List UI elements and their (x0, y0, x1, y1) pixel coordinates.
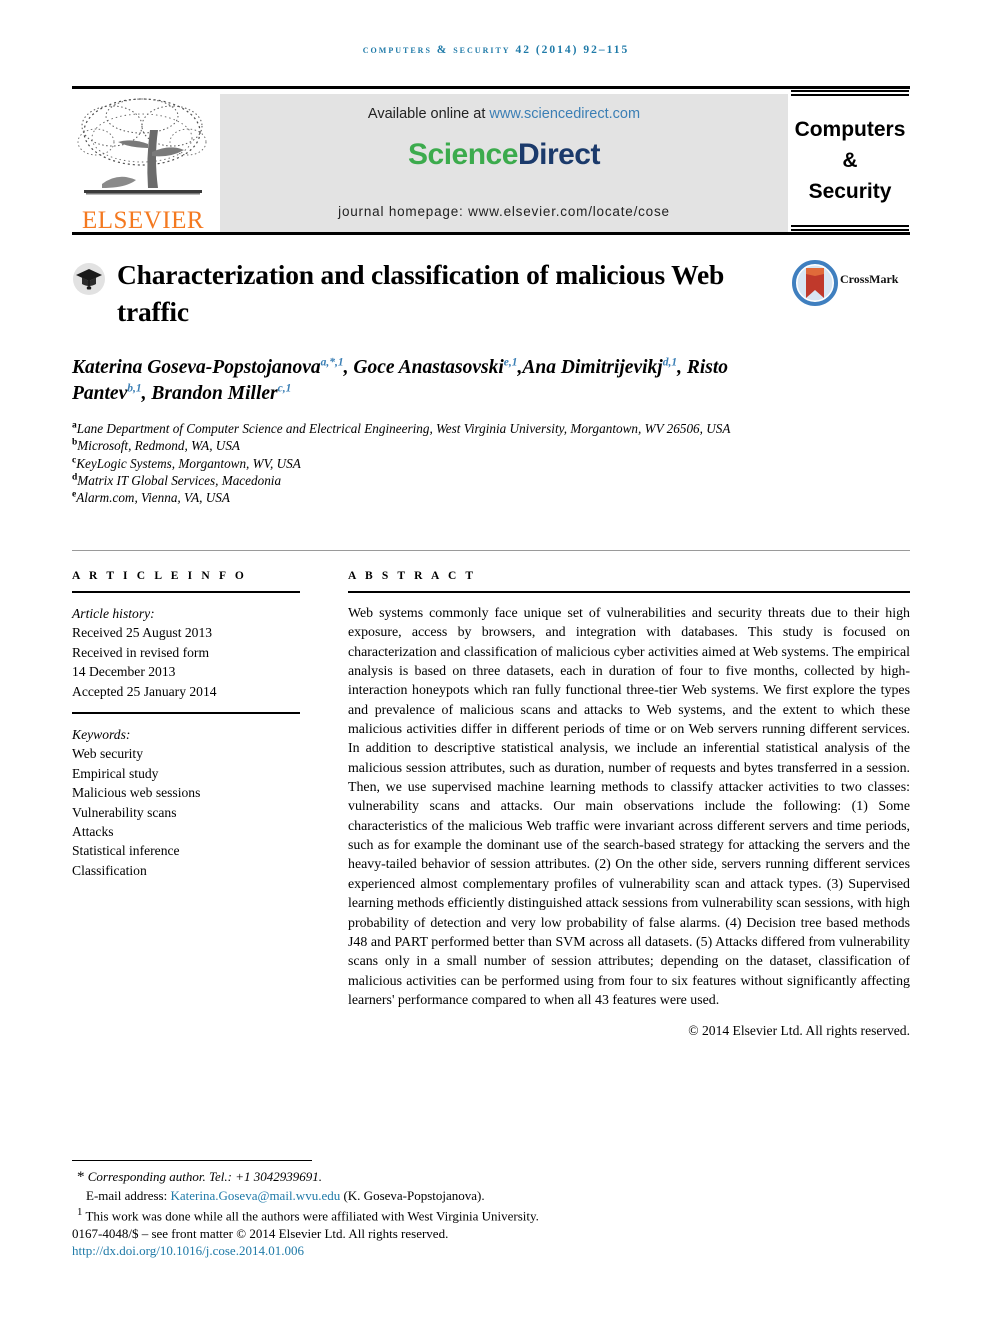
footnote-note1-mark: 1 (77, 1206, 83, 1218)
article-info-rule (72, 591, 300, 593)
abstract-rule (348, 591, 910, 593)
crossmark-label: CrossMark (840, 272, 899, 286)
keyword-item: Vulnerability scans (72, 804, 177, 820)
keyword-items: Web security Empirical study Malicious web… (72, 744, 300, 880)
keyword-item: Statistical inference (72, 843, 180, 859)
article-info-heading: A R T I C L E I N F O (72, 570, 247, 582)
graduation-cap-icon (73, 263, 105, 295)
article-history: Article history: Received 25 August 2013… (72, 604, 300, 701)
email-label: E-mail address: (86, 1187, 168, 1203)
affiliation-text: KeyLogic Systems, Morgantown, WV, USA (76, 455, 301, 471)
author-list: Katerina Goseva-Popstojanovaa,*,1, Goce … (72, 356, 729, 404)
sciencedirect-logo-direct: Direct (517, 138, 601, 171)
issn-front-matter: 0167-4048/$ – see front matter © 2014 El… (72, 1225, 449, 1241)
keyword-item: Attacks (72, 824, 114, 840)
journal-box-top-rule (791, 90, 909, 96)
available-online-text: Available online at (367, 106, 486, 122)
affiliation-text: Lane Department of Computer Science and … (76, 421, 731, 436)
keyword-item: Malicious web sessions (72, 785, 201, 801)
elsevier-wordmark: ELSEVIER (81, 207, 205, 234)
keywords-rule (72, 712, 300, 715)
elsevier-tree-icon (77, 98, 207, 195)
affiliation-item: eAlarm.com, Vienna, VA, USA (72, 489, 772, 506)
crossmark-icon (792, 260, 838, 306)
footnote-note1-text: This work was done while all the authors… (85, 1208, 539, 1224)
affiliation-item: aLane Department of Computer Science and… (72, 420, 772, 437)
sciencedirect-logo-science: Science (408, 138, 518, 171)
journal-homepage-line[interactable]: journal homepage: www.elsevier.com/locat… (220, 204, 788, 219)
author-affiliation-marks: c,1 (277, 382, 292, 395)
footnote-note1: 1 This work was done while all the autho… (72, 1204, 922, 1225)
title-area: Characterization and classification of m… (72, 256, 910, 330)
author-name: Ana Dimitrijevikj (522, 357, 663, 378)
affiliation-item: cKeyLogic Systems, Morgantown, WV, USA (72, 455, 772, 472)
keywords-block: Keywords: Web security Empirical study Mal… (72, 725, 300, 880)
author-name: Brandon Miller (151, 383, 278, 404)
article-history-item: Received in revised form (72, 644, 210, 660)
main-divider (72, 550, 910, 551)
article-info-column: A R T I C L E I N F O Article history: R… (72, 570, 300, 880)
sciencedirect-url-link[interactable]: www.sciencedirect.com (489, 106, 640, 122)
abstract-copyright: © 2014 Elsevier Ltd. All rights reserved… (688, 1023, 910, 1039)
article-history-item: 14 December 2013 (72, 664, 176, 680)
keywords-title: Keywords: (72, 727, 131, 743)
running-head: Computers & Security 42 (2014) 92–115 (362, 44, 630, 56)
abstract-column: A B S T R A C T Web systems commonly fac… (348, 570, 910, 1039)
journal-title: Computers & Security (790, 114, 910, 207)
corresponding-author-text: Corresponding author. Tel.: +1 304293969… (87, 1169, 322, 1184)
journal-masthead: ELSEVIER Available online at www.science… (72, 86, 910, 235)
article-history-item: Accepted 25 January 2014 (72, 683, 217, 699)
elsevier-logo: ELSEVIER (72, 92, 214, 234)
affiliation-list: aLane Department of Computer Science and… (72, 420, 772, 506)
journal-title-line3: Security (808, 180, 892, 203)
masthead-bottom-rule (72, 232, 910, 235)
email-link[interactable]: Katerina.Goseva@mail.wvu.edu (170, 1188, 340, 1203)
journal-article-page: Computers & Security 42 (2014) 92–115 (0, 0, 992, 1323)
crossmark-badge[interactable]: CrossMark (792, 260, 910, 306)
email-attribution: (K. Goseva-Popstojanova). (343, 1187, 485, 1203)
author-affiliation-marks: e,1 (503, 356, 518, 369)
affiliation-text: Alarm.com, Vienna, VA, USA (76, 490, 230, 506)
sciencedirect-banner: Available online at www.sciencedirect.co… (220, 94, 788, 232)
available-online-line: Available online at www.sciencedirect.co… (220, 106, 788, 122)
journal-title-line1: Computers (794, 118, 906, 141)
journal-title-box: Computers & Security (790, 88, 910, 234)
doi-link[interactable]: http://dx.doi.org/10.1016/j.cose.2014.01… (72, 1242, 922, 1260)
journal-title-line2: & (842, 149, 858, 172)
keyword-item: Classification (72, 862, 147, 878)
article-history-item: Received 25 August 2013 (72, 625, 213, 641)
footnote-corresponding-author: * Corresponding author. Tel.: +1 3042939… (77, 1169, 322, 1185)
affiliation-text: Microsoft, Redmond, WA, USA (77, 438, 240, 454)
footer-notes: * Corresponding author. Tel.: +1 3042939… (72, 1168, 922, 1260)
abstract-heading: A B S T R A C T (348, 570, 477, 582)
page-title: Characterization and classification of m… (117, 259, 725, 327)
author-affiliation-marks: a,*,1 (320, 356, 344, 369)
footer-rule (72, 1160, 312, 1161)
abstract-text: Web systems commonly face unique set of … (348, 606, 910, 1008)
article-history-items: Received 25 August 2013 Received in revis… (72, 623, 300, 701)
author-name: Goce Anastasovski (353, 357, 504, 378)
author-affiliation-marks: d,1 (662, 356, 678, 369)
keyword-item: Empirical study (72, 765, 159, 781)
affiliation-item: dMatrix IT Global Services, Macedonia (72, 472, 772, 489)
affiliation-text: Matrix IT Global Services, Macedonia (77, 472, 282, 488)
author-name: Katerina Goseva-Popstojanova (72, 357, 321, 378)
sciencedirect-logo[interactable]: ScienceDirect (220, 138, 788, 172)
author-affiliation-marks: b,1 (127, 382, 142, 395)
keyword-item: Web security (72, 746, 144, 762)
affiliation-item: bMicrosoft, Redmond, WA, USA (72, 437, 772, 454)
journal-box-bottom-rule (791, 225, 909, 231)
masthead-top-rule (72, 86, 910, 89)
article-history-title: Article history: (72, 606, 155, 621)
footnote-email: E-mail address: Katerina.Goseva@mail.wvu… (72, 1187, 922, 1205)
